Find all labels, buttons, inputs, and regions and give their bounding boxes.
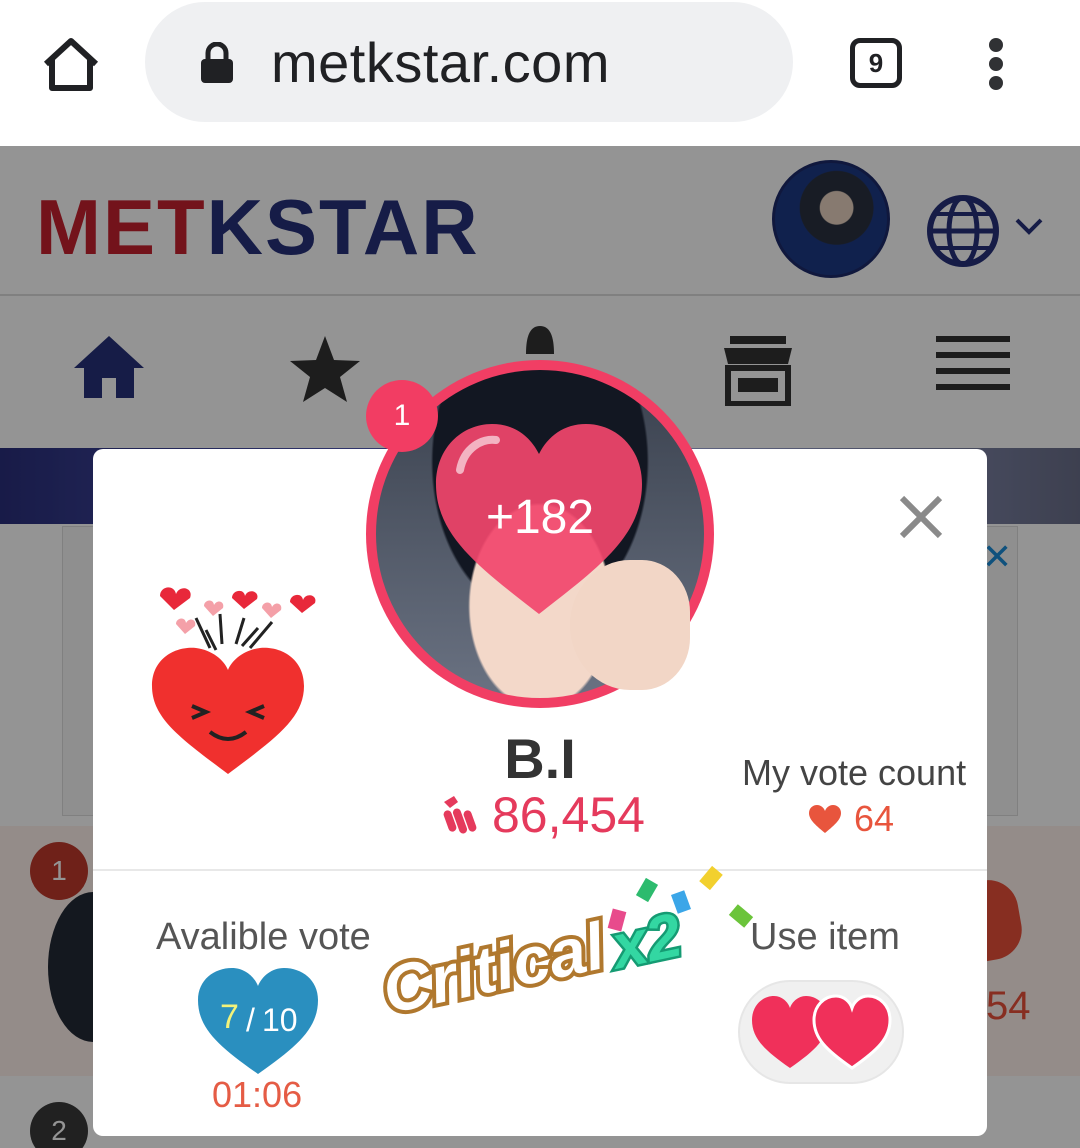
lock-icon [201,42,233,83]
available-vote-max: 10 [262,1002,298,1038]
star-name: B.I [504,727,576,790]
my-vote-label: My vote count [742,752,967,793]
tab-switcher-button[interactable]: 9 [850,38,902,88]
close-icon[interactable] [898,494,944,540]
heart-icon [809,805,841,833]
use-item-label: Use item [750,916,900,958]
fingers-heart-icon [443,796,477,834]
vote-increment: +182 [485,491,595,544]
url-text: metkstar.com [271,31,610,94]
available-vote-current: 7 [220,998,239,1036]
happy-heart-icon [152,587,316,774]
double-heart-icon [752,994,892,1070]
browser-toolbar: metkstar.com 9 [0,0,1080,146]
rank-badge: 1 [366,380,438,452]
critical-multiplier: x2 [603,898,690,985]
home-icon[interactable] [40,36,102,92]
available-vote-label: Avalible vote [156,916,371,958]
total-votes-value: 86,454 [492,787,645,843]
address-bar[interactable]: metkstar.com [145,2,793,122]
modal-divider [93,869,987,871]
available-vote-separator: / [246,1002,255,1038]
my-vote-count-value: 64 [854,798,895,839]
recharge-timer: 01:06 [212,1074,303,1115]
vote-heart-button[interactable] [196,966,320,1076]
more-menu-icon[interactable] [984,38,1008,90]
